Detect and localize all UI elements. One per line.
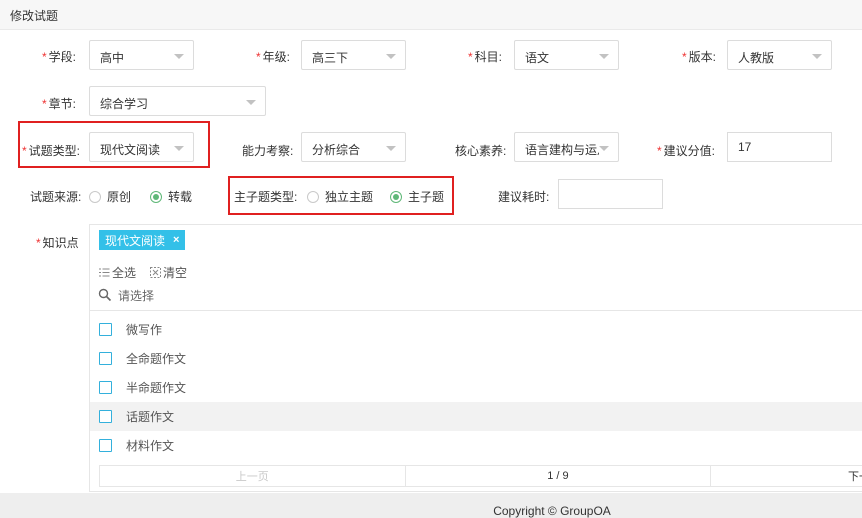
- search-icon: [98, 288, 112, 302]
- page-indicator: 1 / 9: [406, 466, 712, 486]
- radio-off-icon: [89, 190, 101, 203]
- toolbar: 全选 清空: [99, 264, 187, 281]
- pagination: 上一页 1 / 9 下一: [99, 465, 862, 487]
- select-value: 综合学习: [100, 97, 149, 111]
- clear-button[interactable]: 清空: [150, 264, 187, 281]
- label-zhangjie: * 章节:: [42, 97, 77, 111]
- highlight-box-master: [228, 176, 454, 215]
- score-input[interactable]: [727, 132, 832, 162]
- caret-down-icon: [599, 146, 609, 151]
- checkbox[interactable]: [99, 410, 112, 423]
- label-nianji: * 年级:: [256, 50, 291, 64]
- select-value: 分析综合: [312, 143, 361, 157]
- time-input[interactable]: [558, 179, 663, 209]
- time-field[interactable]: [559, 180, 662, 208]
- label-banben: * 版本:: [682, 50, 717, 64]
- next-page-button[interactable]: 下一: [711, 466, 862, 486]
- list-item[interactable]: 全命题作文: [90, 344, 862, 373]
- prev-page-button[interactable]: 上一页: [100, 466, 406, 486]
- highlight-box-type: [18, 121, 210, 168]
- select-zhangjie[interactable]: 综合学习: [89, 86, 266, 116]
- select-value: 高三下: [312, 51, 349, 65]
- select-value: 语言建构与运月: [525, 143, 599, 157]
- select-kemu[interactable]: 语文: [514, 40, 619, 70]
- list-check-icon: [99, 268, 110, 277]
- clear-icon: [150, 267, 162, 278]
- select-nianji[interactable]: 高三下: [301, 40, 406, 70]
- checkbox[interactable]: [99, 381, 112, 394]
- list-item[interactable]: 半命题作文: [90, 373, 862, 402]
- select-suyang[interactable]: 语言建构与运月: [514, 132, 619, 162]
- list-item[interactable]: 话题作文: [90, 402, 862, 431]
- label-kemu: * 科目:: [468, 50, 503, 64]
- radio-on-icon: [150, 190, 162, 203]
- page-title: 修改试题: [10, 9, 59, 23]
- caret-down-icon: [246, 100, 256, 105]
- caret-down-icon: [386, 54, 396, 59]
- select-nengli[interactable]: 分析综合: [301, 132, 406, 162]
- tag-chip: 现代文阅读 ×: [99, 230, 186, 250]
- select-all-button[interactable]: 全选: [99, 264, 136, 281]
- search-input[interactable]: [118, 289, 518, 303]
- knowledge-search: [90, 285, 862, 311]
- caret-down-icon: [386, 146, 396, 151]
- footer: Copyright © GroupOA: [0, 493, 862, 518]
- select-xueduan[interactable]: 高中: [89, 40, 194, 70]
- list-item[interactable]: 材料作文: [90, 431, 862, 460]
- caret-down-icon: [599, 54, 609, 59]
- caret-down-icon: [812, 54, 822, 59]
- label-nengli: 能力考察:: [242, 144, 294, 158]
- score-field[interactable]: [728, 133, 831, 161]
- knowledge-select: 现代文阅读 × 全选 清空 微写作 全命题作文 半命题作文: [89, 224, 862, 492]
- label-suyang: 核心素养:: [455, 144, 507, 158]
- label-knowledge: * 知识点: [36, 236, 79, 250]
- checkbox[interactable]: [99, 352, 112, 365]
- title-bar: 修改试题: [0, 0, 862, 30]
- list-item[interactable]: 微写作: [90, 315, 862, 344]
- checkbox[interactable]: [99, 439, 112, 452]
- select-value: 高中: [100, 51, 125, 65]
- label-source: 试题来源:: [30, 190, 82, 204]
- checkbox[interactable]: [99, 323, 112, 336]
- label-time: 建议耗时:: [498, 190, 550, 204]
- close-icon[interactable]: ×: [173, 234, 179, 246]
- radio-source-original[interactable]: 原创: [89, 188, 131, 205]
- select-value: 人教版: [738, 51, 775, 65]
- select-value: 语文: [525, 51, 550, 65]
- label-xueduan: * 学段:: [42, 50, 77, 64]
- caret-down-icon: [174, 54, 184, 59]
- label-fenzhi: * 建议分值:: [657, 144, 716, 158]
- copyright: Copyright © GroupOA: [493, 504, 611, 518]
- select-banben[interactable]: 人教版: [727, 40, 832, 70]
- radio-source-reprint[interactable]: 转载: [150, 188, 192, 205]
